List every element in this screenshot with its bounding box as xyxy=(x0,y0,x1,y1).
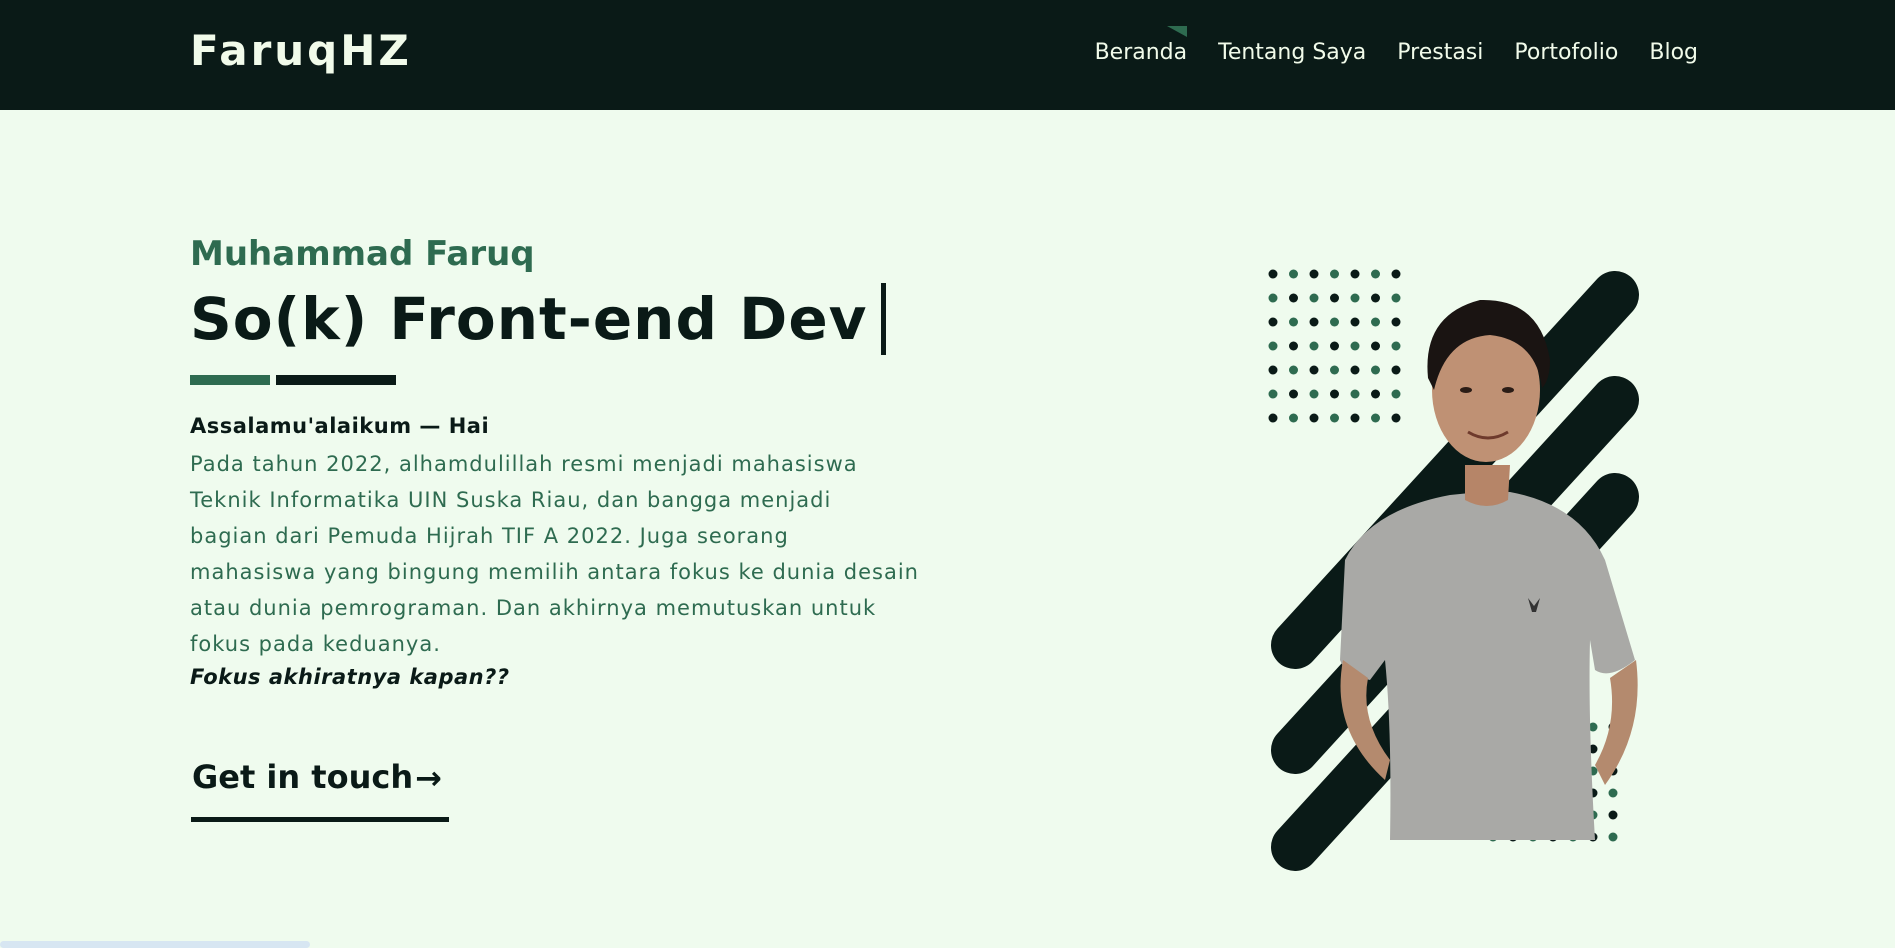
decorative-dot xyxy=(1391,269,1401,279)
decorative-dot xyxy=(1289,365,1298,375)
decorative-dot xyxy=(1350,269,1360,279)
nav-item-portofolio[interactable]: Portofolio xyxy=(1514,38,1618,68)
hero-tagline: Fokus akhiratnya kapan?? xyxy=(190,665,510,689)
nav-item-beranda[interactable]: Beranda xyxy=(1094,26,1188,68)
site-logo[interactable]: FaruqHZ xyxy=(190,26,412,76)
decorative-dot xyxy=(1391,341,1401,351)
decorative-dot xyxy=(1371,389,1380,399)
decorative-dot xyxy=(1309,389,1319,399)
decorative-dot xyxy=(1350,413,1360,423)
decorative-dot xyxy=(1268,365,1278,375)
decorative-dot xyxy=(1268,269,1278,279)
decorative-dot xyxy=(1309,317,1319,327)
decorative-dot xyxy=(1371,365,1380,375)
decorative-dot xyxy=(1330,365,1339,375)
decorative-dot xyxy=(1350,293,1360,303)
decorative-dot xyxy=(1391,365,1401,375)
intro-line: Pada tahun 2022, alhamdulillah resmi men… xyxy=(190,452,858,476)
intro-line: Teknik Informatika UIN Suska Riau, dan b… xyxy=(190,488,832,512)
decorative-dot xyxy=(1350,365,1360,375)
decorative-dot xyxy=(1330,341,1339,351)
intro-line: atau dunia pemrograman. Dan akhirnya mem… xyxy=(190,596,877,620)
decorative-dot xyxy=(1371,317,1380,327)
decorative-dot xyxy=(1268,317,1278,327)
get-in-touch-label: Get in touch xyxy=(192,758,414,796)
hero-illustration xyxy=(1268,269,1639,871)
nav-item-label: Portofolio xyxy=(1514,40,1619,65)
decorative-dot xyxy=(1289,269,1298,279)
decorative-dot xyxy=(1289,389,1298,399)
typing-cursor xyxy=(881,283,887,355)
nav-item-label: Tentang Saya xyxy=(1218,40,1367,65)
hero-intro: Pada tahun 2022, alhamdulillah resmi men… xyxy=(190,446,960,662)
decorative-dot xyxy=(1391,413,1401,423)
decorative-dot xyxy=(1309,365,1319,375)
decorative-dot xyxy=(1371,269,1380,279)
site-header: FaruqHZ Beranda Tentang Saya Prestasi Po… xyxy=(0,0,1895,110)
decorative-dot xyxy=(1289,293,1298,303)
hero-headline-row: So(k) Front-end Dev xyxy=(190,282,887,356)
decorative-dot xyxy=(1309,413,1319,423)
decorative-dot xyxy=(1268,341,1278,351)
arrow-right-icon: → xyxy=(415,759,442,797)
main-nav: Beranda Tentang Saya Prestasi Portofolio… xyxy=(1094,26,1698,68)
get-in-touch-button[interactable]: Get in touch → xyxy=(191,752,449,822)
decorative-dot xyxy=(1350,389,1360,399)
decorative-dot xyxy=(1391,317,1401,327)
decorative-dot xyxy=(1608,810,1618,820)
dot-pattern-top xyxy=(1268,269,1401,423)
decorative-dot xyxy=(1330,269,1339,279)
decorative-dot xyxy=(1350,341,1360,351)
nav-item-blog[interactable]: Blog xyxy=(1649,38,1698,68)
decorative-dot xyxy=(1608,832,1618,842)
profile-photo xyxy=(1340,299,1638,840)
decorative-dot xyxy=(1391,389,1401,399)
decorative-dot xyxy=(1289,413,1298,423)
decorative-dot xyxy=(1371,293,1380,303)
decorative-dot xyxy=(1608,788,1618,798)
accent-bar-green xyxy=(190,375,270,385)
intro-line: bagian dari Pemuda Hijrah TIF A 2022. Ju… xyxy=(190,524,789,548)
intro-line: fokus pada keduanya. xyxy=(190,632,441,656)
decorative-dot xyxy=(1371,341,1380,351)
decorative-dot xyxy=(1350,317,1360,327)
decorative-dot xyxy=(1268,293,1278,303)
decorative-dot xyxy=(1330,389,1339,399)
intro-line: mahasiswa yang bingung memilih antara fo… xyxy=(190,560,919,584)
decorative-dot xyxy=(1289,317,1298,327)
nav-item-label: Blog xyxy=(1649,40,1698,65)
horizontal-scrollbar[interactable] xyxy=(0,941,310,948)
nav-item-tentang-saya[interactable]: Tentang Saya xyxy=(1218,38,1366,68)
decorative-dot xyxy=(1371,413,1380,423)
hero-name: Muhammad Faruq xyxy=(190,234,535,274)
decorative-dot xyxy=(1391,293,1401,303)
decorative-dot xyxy=(1268,413,1278,423)
nav-item-label: Prestasi xyxy=(1397,40,1484,65)
decorative-dot xyxy=(1289,341,1298,351)
decorative-dot xyxy=(1309,269,1319,279)
active-nav-marker xyxy=(1167,26,1188,37)
decorative-dot xyxy=(1330,317,1339,327)
decorative-dot xyxy=(1330,413,1339,423)
nav-item-label: Beranda xyxy=(1094,40,1188,65)
decorative-dot xyxy=(1309,293,1319,303)
decorative-dot xyxy=(1268,389,1278,399)
decorative-dot xyxy=(1330,293,1339,303)
nav-item-prestasi[interactable]: Prestasi xyxy=(1397,38,1483,68)
accent-bar-dark xyxy=(276,375,396,385)
decorative-dot xyxy=(1309,341,1319,351)
hero-headline: So(k) Front-end Dev xyxy=(190,285,868,353)
hero-salam: Assalamu'alaikum — Hai xyxy=(190,414,490,438)
